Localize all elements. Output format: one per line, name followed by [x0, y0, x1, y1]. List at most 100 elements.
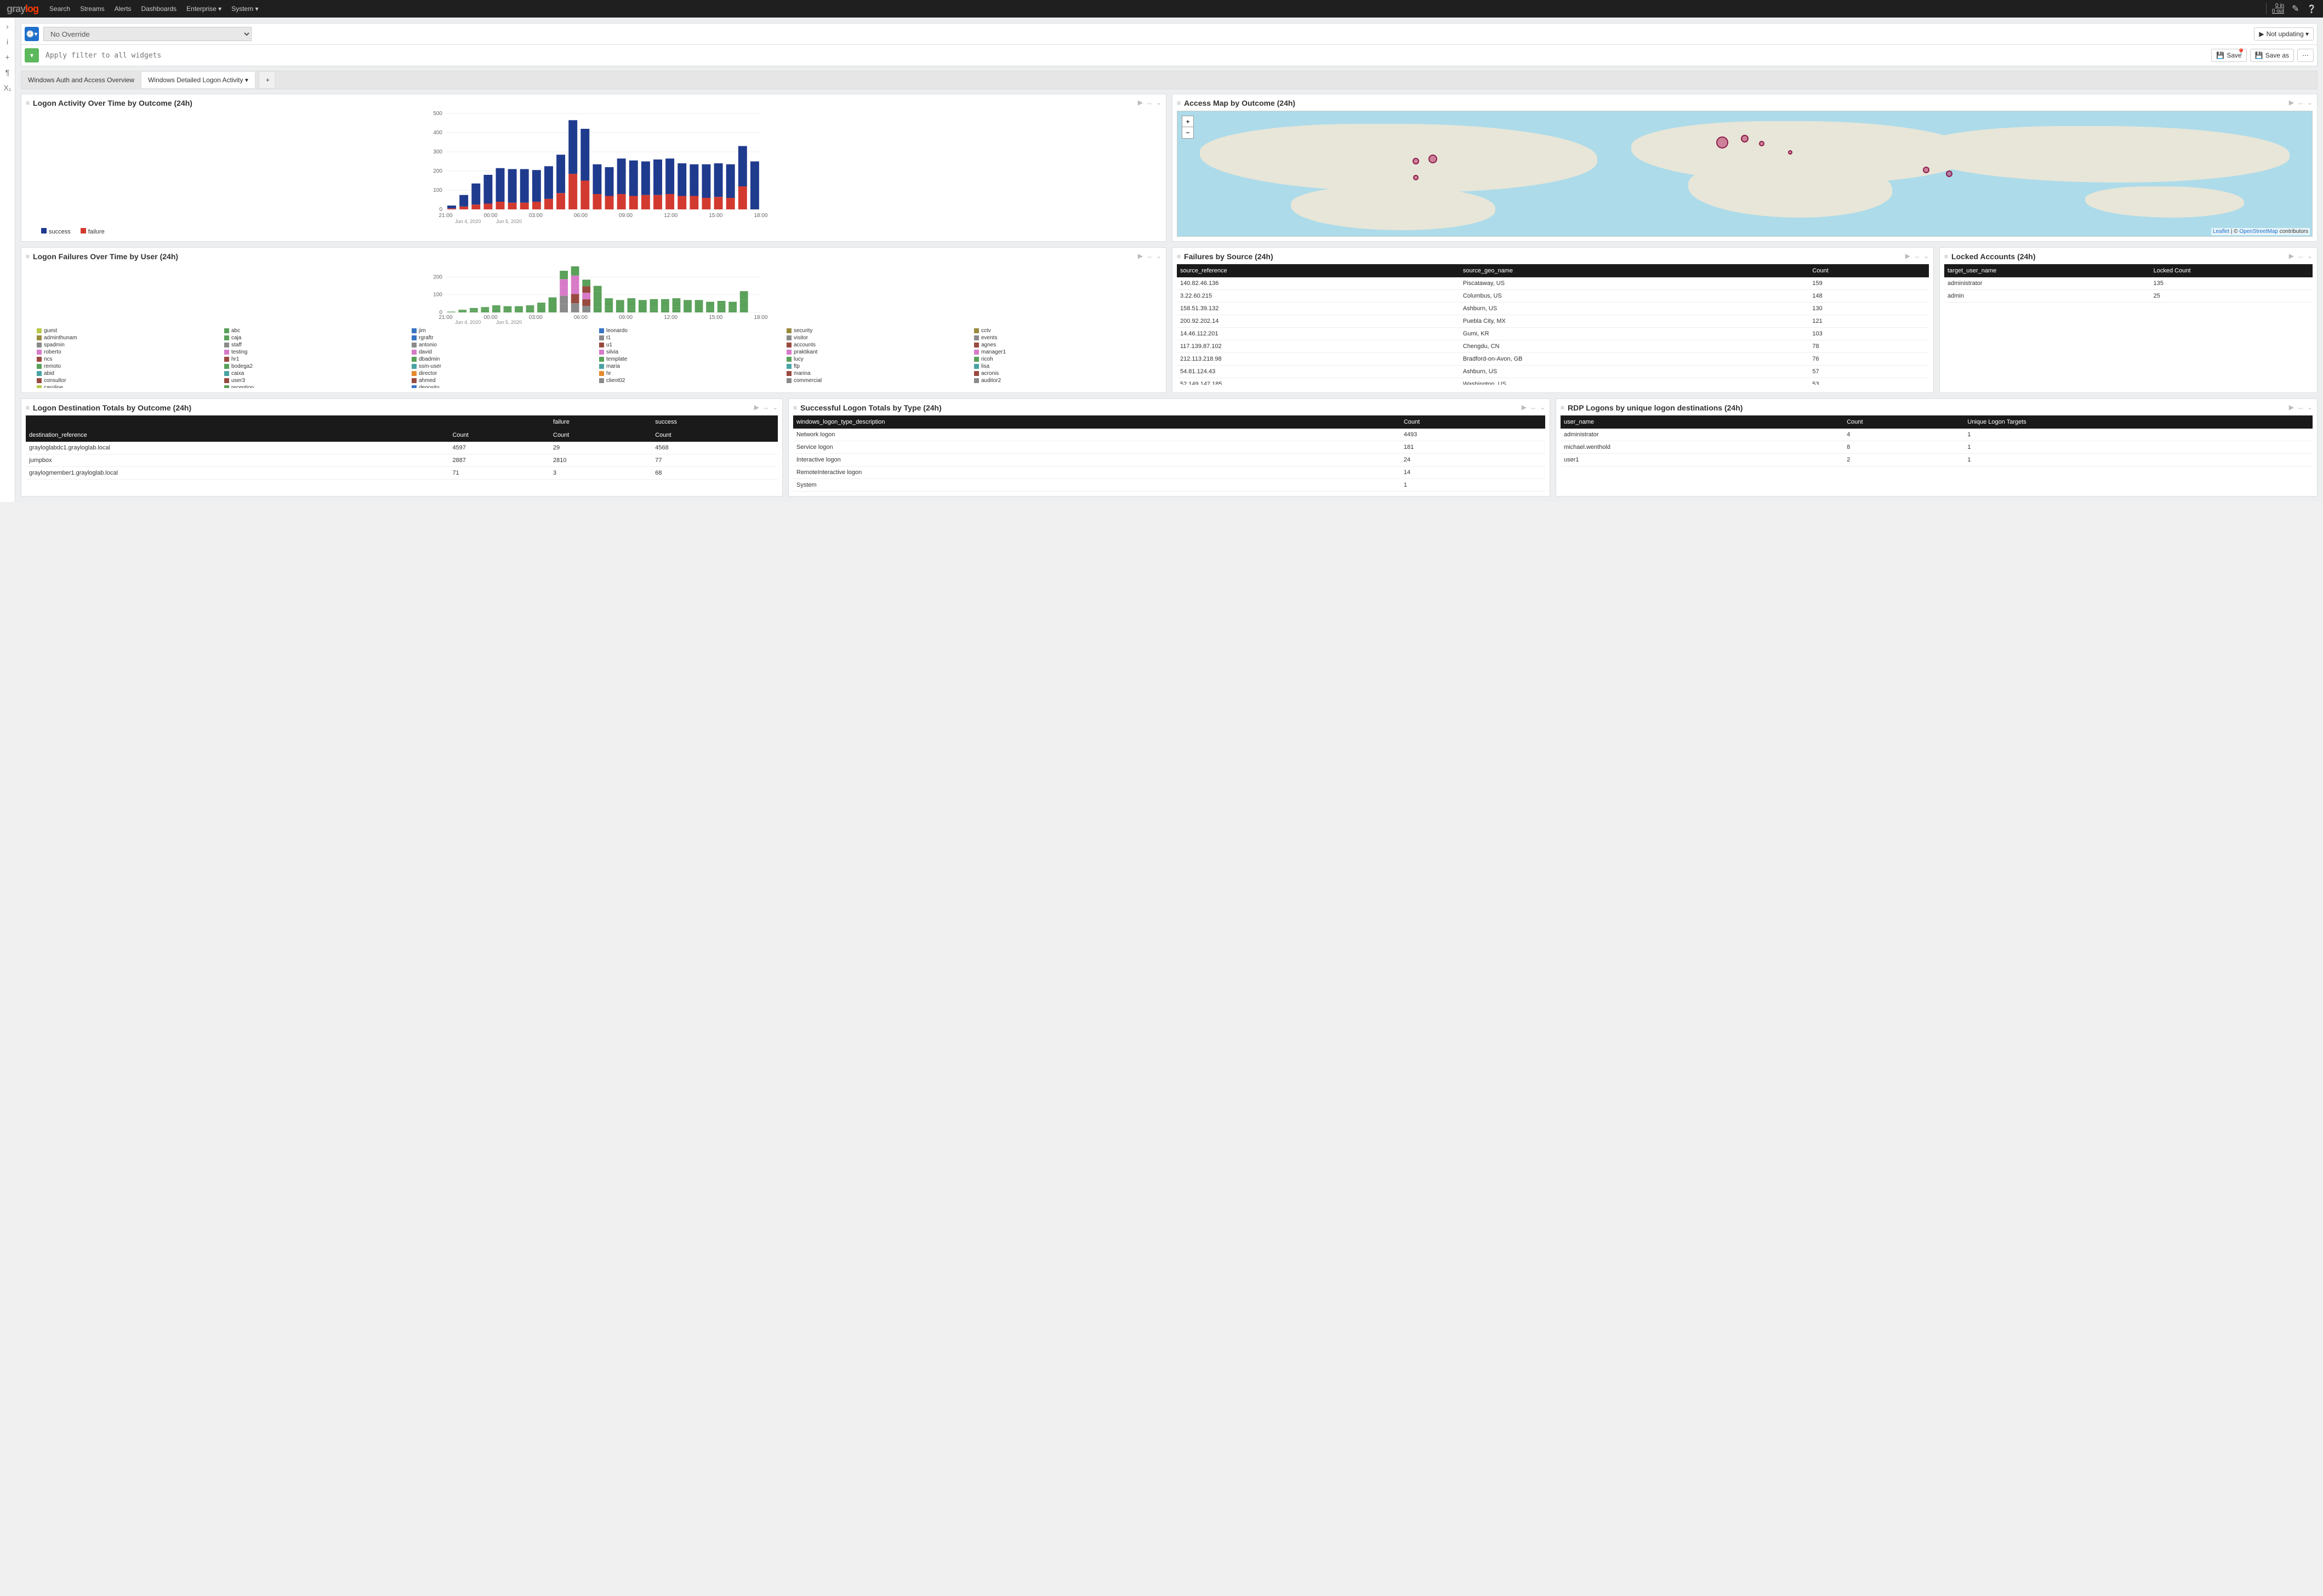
tab-overview[interactable]: Windows Auth and Access Overview — [21, 72, 141, 88]
table-row[interactable]: 117.139.87.102Chengdu, CN78 — [1177, 340, 1929, 353]
table-row[interactable]: user121 — [1561, 454, 2313, 466]
legend-item[interactable]: client02 — [599, 378, 781, 384]
legend-item[interactable]: marina — [787, 371, 969, 377]
play-icon[interactable]: ▶ — [1138, 252, 1143, 260]
rail-paragraph-icon[interactable]: ¶ — [5, 68, 10, 77]
table-row[interactable]: michael.wenthold81 — [1561, 441, 2313, 454]
chevron-down-icon[interactable]: ⌄ — [1923, 252, 1929, 260]
osm-link[interactable]: OpenStreetMap — [2239, 229, 2278, 235]
table-row[interactable]: 212.113.218.98Bradford-on-Avon, GB76 — [1177, 353, 1929, 366]
legend-item[interactable]: caixa — [224, 371, 406, 377]
access-map[interactable]: + − Leaflet | © OpenStreetMap contributo… — [1177, 111, 2313, 237]
nav-enterprise[interactable]: Enterprise ▾ — [186, 5, 221, 13]
table-row[interactable]: RemoteInteractive logon14 — [793, 466, 1545, 479]
legend-item[interactable]: guest — [37, 328, 219, 334]
table-row[interactable]: Interactive logon24 — [793, 454, 1545, 466]
legend-item[interactable]: leonardo — [599, 328, 781, 334]
map-marker[interactable] — [1428, 155, 1437, 163]
pin-icon[interactable]: 📍 — [2237, 48, 2246, 57]
table-row[interactable]: System1 — [793, 479, 1545, 492]
legend-item[interactable]: remoto — [37, 363, 219, 369]
leaflet-link[interactable]: Leaflet — [2213, 229, 2229, 235]
chevron-down-icon[interactable]: ⌄ — [2307, 403, 2313, 411]
resize-icon[interactable]: ↔ — [1146, 99, 1153, 106]
rail-xsub-icon[interactable]: X₁ — [3, 83, 11, 92]
map-marker[interactable] — [1413, 158, 1419, 164]
table-row[interactable]: grayloglabdc1.grayloglab.local4597294568 — [26, 442, 778, 454]
play-icon[interactable]: ▶ — [1138, 99, 1143, 106]
map-marker[interactable] — [1413, 175, 1419, 180]
chevron-down-icon[interactable]: ⌄ — [2307, 252, 2313, 260]
logo[interactable]: graylog — [7, 3, 38, 15]
table-row[interactable]: administrator135 — [1944, 277, 2313, 290]
drag-icon[interactable]: ≡ — [1561, 404, 1564, 412]
resize-icon[interactable]: ↔ — [762, 403, 769, 411]
table-row[interactable]: 14.46.112.201Gumi, KR103 — [1177, 328, 1929, 340]
legend-item[interactable]: abc — [224, 328, 406, 334]
legend-item[interactable]: events — [974, 335, 1156, 341]
saveas-button[interactable]: 💾 Save as — [2250, 49, 2294, 62]
legend-item[interactable]: manager1 — [974, 349, 1156, 355]
legend-item[interactable]: agnes — [974, 342, 1156, 348]
chevron-down-icon[interactable]: ⌄ — [1156, 99, 1162, 106]
legend-item[interactable]: ricoh — [974, 356, 1156, 362]
legend-item[interactable]: ssm-user — [412, 363, 594, 369]
legend-item[interactable]: accounts — [787, 342, 969, 348]
legend-item[interactable]: abid — [37, 371, 219, 377]
legend-item[interactable]: deposito — [412, 385, 594, 388]
nav-dashboards[interactable]: Dashboards — [141, 5, 176, 13]
nav-system[interactable]: System ▾ — [231, 5, 258, 13]
legend-item[interactable]: adminthunam — [37, 335, 219, 341]
legend-item[interactable]: hr1 — [224, 356, 406, 362]
legend-item[interactable]: dbadmin — [412, 356, 594, 362]
play-icon[interactable]: ▶ — [2289, 252, 2294, 260]
rail-add-icon[interactable]: + — [5, 53, 9, 61]
legend-item[interactable]: maria — [599, 363, 781, 369]
help-icon[interactable]: ❔ — [2307, 4, 2316, 14]
resize-icon[interactable]: ↔ — [1146, 252, 1153, 260]
map-marker[interactable] — [1788, 150, 1792, 155]
zoom-out-button[interactable]: − — [1182, 127, 1193, 138]
nav-alerts[interactable]: Alerts — [115, 5, 132, 13]
legend-item[interactable]: roberto — [37, 349, 219, 355]
legend-item[interactable]: ahmed — [412, 378, 594, 384]
tab-detailed[interactable]: Windows Detailed Logon Activity ▾ — [141, 72, 255, 88]
filter-toggle-button[interactable]: ▾ — [25, 48, 39, 62]
override-select[interactable]: No Override — [43, 27, 252, 41]
table-row[interactable]: Network logon4493 — [793, 429, 1545, 441]
more-button[interactable]: ⋯ — [2297, 49, 2314, 62]
legend-item[interactable]: cctv — [974, 328, 1156, 334]
legend-item[interactable]: ncs — [37, 356, 219, 362]
legend-item[interactable]: auditor2 — [974, 378, 1156, 384]
nav-search[interactable]: Search — [49, 5, 70, 13]
resize-icon[interactable]: ↔ — [2297, 403, 2304, 411]
chevron-down-icon[interactable]: ⌄ — [772, 403, 778, 411]
legend-item[interactable]: user3 — [224, 378, 406, 384]
play-icon[interactable]: ▶ — [2289, 403, 2294, 411]
resize-icon[interactable]: ↔ — [1530, 403, 1536, 411]
play-icon[interactable]: ▶ — [1522, 403, 1527, 411]
legend-item[interactable]: spadmin — [37, 342, 219, 348]
time-range-button[interactable]: 🕘▾ — [25, 27, 39, 41]
legend-item[interactable]: director — [412, 371, 594, 377]
legend-item[interactable]: staff — [224, 342, 406, 348]
drag-icon[interactable]: ≡ — [1944, 253, 1948, 260]
legend-item[interactable]: silvia — [599, 349, 781, 355]
table-row[interactable]: Service logon181 — [793, 441, 1545, 454]
table-row[interactable]: 158.51.39.132Ashburn, US130 — [1177, 303, 1929, 315]
tab-add[interactable]: + — [259, 71, 275, 89]
table-row[interactable]: 3.22.60.215Columbus, US148 — [1177, 290, 1929, 303]
table-row[interactable]: 52.149.147.185Washington, US53 — [1177, 378, 1929, 385]
filter-input[interactable] — [43, 49, 2207, 62]
legend-item[interactable]: jim — [412, 328, 594, 334]
chevron-down-icon[interactable]: ⌄ — [2307, 99, 2313, 106]
table-row[interactable]: 200.92.202.14Puebla City, MX121 — [1177, 315, 1929, 328]
drag-icon[interactable]: ≡ — [26, 253, 30, 260]
table-row[interactable]: 54.81.124.43Ashburn, US57 — [1177, 366, 1929, 378]
legend-item[interactable]: caja — [224, 335, 406, 341]
chevron-down-icon[interactable]: ⌄ — [1540, 403, 1545, 411]
legend-item[interactable]: u1 — [599, 342, 781, 348]
edit-icon[interactable]: ✎ — [2292, 3, 2299, 14]
drag-icon[interactable]: ≡ — [1177, 99, 1181, 107]
legend-item[interactable]: acronis — [974, 371, 1156, 377]
